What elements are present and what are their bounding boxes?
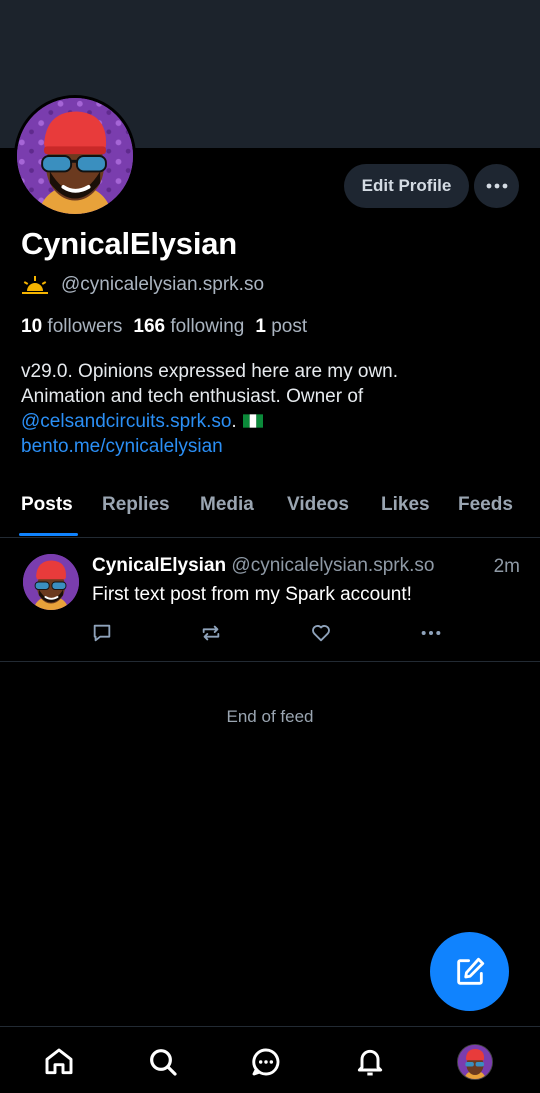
nav-home[interactable] bbox=[42, 1045, 76, 1079]
like-icon[interactable] bbox=[310, 622, 332, 644]
compose-post-button[interactable] bbox=[430, 932, 509, 1011]
sunrise-icon bbox=[22, 276, 48, 294]
profile-handle: @cynicalelysian.sprk.so bbox=[61, 274, 265, 295]
tab-replies[interactable]: Replies bbox=[102, 494, 170, 516]
reply-icon[interactable] bbox=[91, 622, 113, 644]
search-icon bbox=[150, 1049, 177, 1076]
bottom-nav bbox=[0, 1026, 540, 1093]
repost-icon[interactable] bbox=[200, 622, 222, 644]
chat-icon bbox=[252, 1048, 280, 1076]
post-text: First text post from my Spark account! bbox=[92, 584, 412, 605]
more-horizontal-icon bbox=[486, 183, 507, 189]
profile-display-name: CynicalElysian bbox=[21, 226, 238, 261]
post-author-avatar[interactable] bbox=[23, 554, 79, 610]
nav-notifications[interactable] bbox=[353, 1045, 387, 1079]
posts-stat: 1 post bbox=[255, 316, 308, 337]
profile-stats: 10 followers 166 following 1 post bbox=[21, 316, 307, 338]
nav-profile-avatar[interactable] bbox=[457, 1044, 493, 1080]
more-options-button[interactable] bbox=[474, 164, 519, 208]
tab-videos[interactable]: Videos bbox=[287, 494, 349, 516]
home-icon bbox=[45, 1048, 73, 1075]
post-author-handle[interactable]: @cynicalelysian.sprk.so bbox=[231, 555, 434, 576]
edit-profile-button[interactable]: Edit Profile bbox=[344, 164, 469, 208]
followers-stat[interactable]: 10 followers bbox=[21, 316, 122, 338]
post-author-name[interactable]: CynicalElysian bbox=[92, 555, 226, 576]
post-more-icon[interactable] bbox=[420, 622, 442, 644]
profile-avatar[interactable] bbox=[14, 95, 136, 217]
profile-handle-row: @cynicalelysian.sprk.so bbox=[21, 274, 264, 296]
tab-posts[interactable]: Posts bbox=[21, 494, 73, 516]
end-of-feed-label: End of feed bbox=[226, 707, 314, 726]
bio-website-link[interactable]: bento.me/cynicalelysian bbox=[21, 434, 521, 459]
tab-likes[interactable]: Likes bbox=[381, 494, 430, 516]
nigeria-flag-icon bbox=[242, 414, 263, 428]
following-stat[interactable]: 166 following bbox=[133, 316, 244, 338]
compose-icon bbox=[456, 957, 484, 985]
bio-mention-link[interactable]: @celsandcircuits.sprk.so bbox=[21, 411, 231, 432]
profile-bio: v29.0. Opinions expressed here are my ow… bbox=[21, 359, 521, 459]
nav-chat[interactable] bbox=[249, 1045, 283, 1079]
tab-media[interactable]: Media bbox=[200, 494, 254, 516]
bell-icon bbox=[357, 1049, 383, 1076]
profile-tabs: Posts Replies Media Videos Likes Feeds bbox=[0, 478, 540, 538]
active-tab-indicator bbox=[19, 533, 78, 536]
tab-feeds[interactable]: Feeds bbox=[458, 494, 513, 516]
post-header: CynicalElysian @cynicalelysian.sprk.so bbox=[92, 555, 434, 577]
post-timestamp[interactable]: 2m bbox=[494, 556, 520, 578]
nav-search[interactable] bbox=[146, 1045, 180, 1079]
feed-post[interactable]: CynicalElysian @cynicalelysian.sprk.so 2… bbox=[0, 538, 540, 662]
